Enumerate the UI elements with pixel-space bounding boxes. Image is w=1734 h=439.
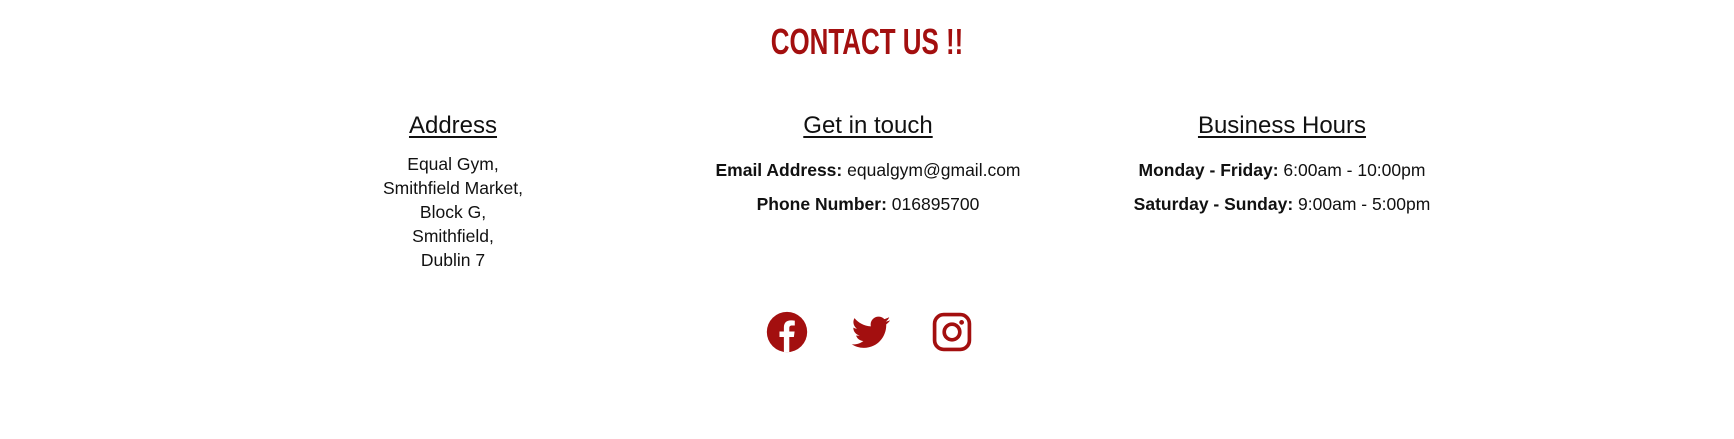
address-line: Smithfield Market, bbox=[382, 178, 524, 198]
get-in-touch-column: Get in touch Email Address: equalgym@gma… bbox=[648, 110, 1088, 216]
address-heading: Address bbox=[408, 112, 498, 139]
weekday-hours-row: Monday - Friday: 6:00am - 10:00pm bbox=[1062, 158, 1502, 182]
weekend-hours-row: Saturday - Sunday: 9:00am - 5:00pm bbox=[1062, 192, 1502, 216]
email-label: Email Address: bbox=[715, 160, 843, 180]
instagram-icon bbox=[932, 312, 972, 352]
email-value: equalgym@gmail.com bbox=[847, 160, 1021, 180]
phone-label: Phone Number: bbox=[756, 194, 887, 214]
address-line: Dublin 7 bbox=[420, 250, 486, 270]
instagram-link[interactable] bbox=[930, 310, 974, 354]
get-in-touch-heading: Get in touch bbox=[803, 112, 933, 139]
twitter-icon bbox=[851, 316, 891, 348]
phone-value: 016895700 bbox=[891, 194, 980, 214]
address-line: Block G, bbox=[419, 202, 487, 222]
business-hours-column: Business Hours Monday - Friday: 6:00am -… bbox=[1062, 110, 1502, 216]
address-line: Equal Gym, bbox=[407, 154, 499, 174]
contact-section: CONTACT US !! Address Equal Gym, Smithfi… bbox=[0, 0, 1734, 439]
address-lines: Equal Gym, Smithfield Market, Block G, S… bbox=[233, 152, 673, 272]
phone-row: Phone Number: 016895700 bbox=[648, 192, 1088, 216]
social-links bbox=[0, 310, 1734, 354]
facebook-link[interactable] bbox=[765, 310, 809, 354]
weekend-label: Saturday - Sunday: bbox=[1133, 194, 1294, 214]
weekday-label: Monday - Friday: bbox=[1138, 160, 1279, 180]
facebook-icon bbox=[766, 311, 808, 353]
email-row: Email Address: equalgym@gmail.com bbox=[648, 158, 1088, 182]
business-hours-heading: Business Hours bbox=[1197, 112, 1367, 139]
weekday-value: 6:00am - 10:00pm bbox=[1283, 160, 1426, 180]
twitter-link[interactable] bbox=[849, 310, 893, 354]
address-column: Address Equal Gym, Smithfield Market, Bl… bbox=[233, 110, 673, 272]
contact-title: CONTACT US !! bbox=[770, 21, 964, 62]
weekend-value: 9:00am - 5:00pm bbox=[1298, 194, 1431, 214]
address-line: Smithfield, bbox=[412, 226, 494, 246]
